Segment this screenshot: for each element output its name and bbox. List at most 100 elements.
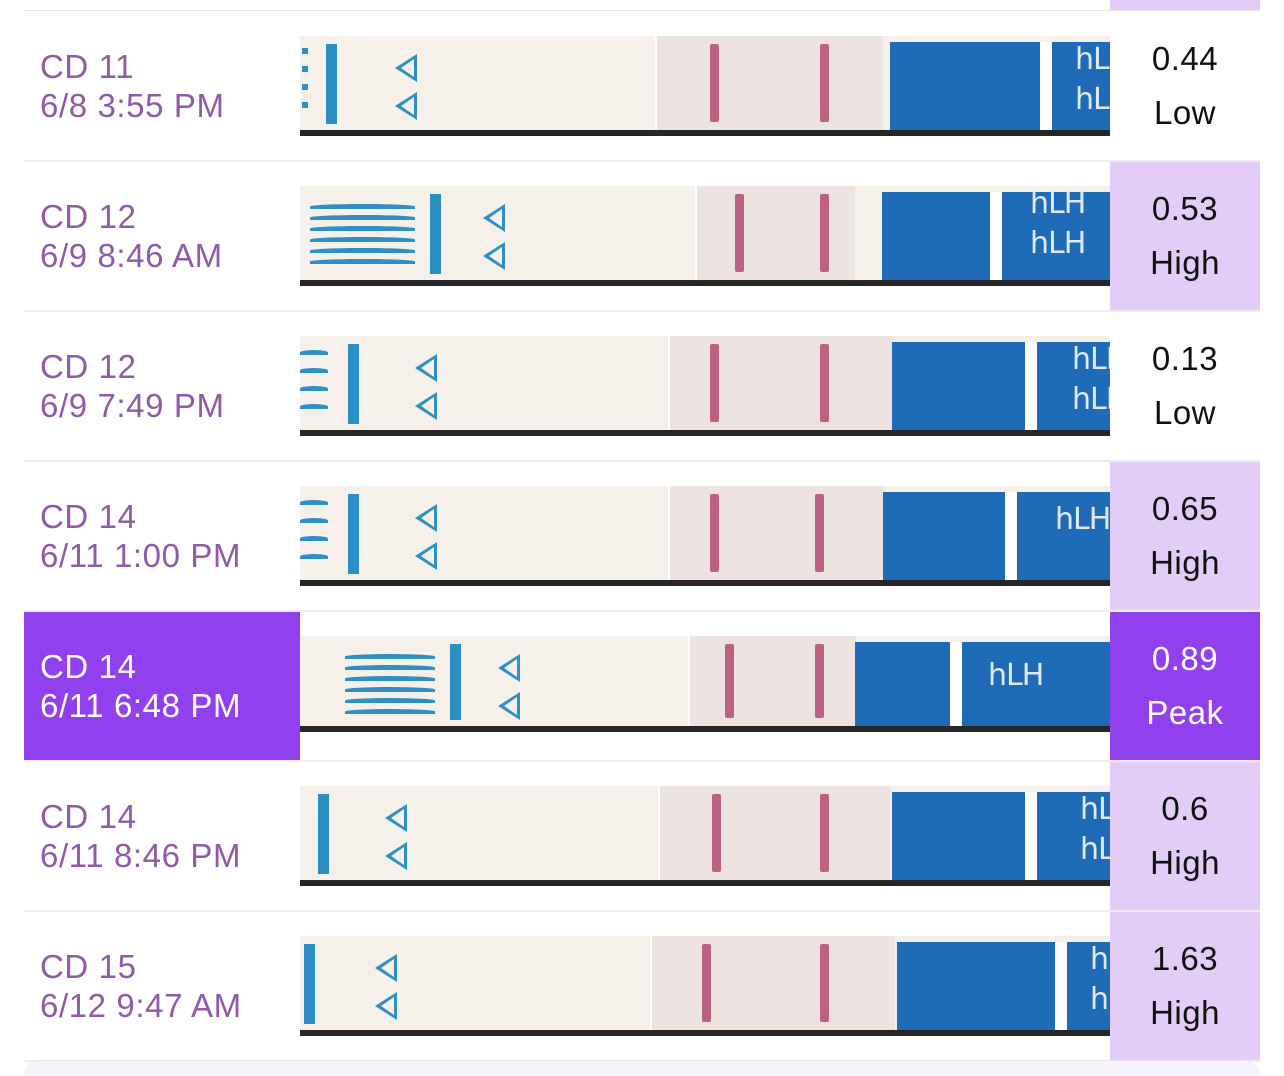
strip-shadow [300, 726, 1110, 732]
previous-row-result-cell [1110, 0, 1260, 10]
strip-blue-end [892, 792, 1110, 880]
test-strip-image[interactable]: hLH hLH [300, 186, 1110, 286]
strip-gap [1040, 42, 1052, 130]
strip-wave [300, 404, 328, 409]
row-label: CD 14 6/11 1:00 PM [24, 462, 300, 610]
test-row[interactable]: CD 14 6/11 6:48 PM hLH 0.89 Peak [0, 612, 1284, 762]
strip-gap [1025, 792, 1037, 880]
result-cell[interactable]: 0.6 High [1110, 762, 1260, 910]
strip-wave [300, 500, 328, 505]
strip-wave [300, 554, 328, 559]
strip-handle [300, 936, 650, 1030]
strip-mark [348, 344, 359, 424]
dip-arrow-icon [483, 204, 505, 232]
strip-wave [310, 237, 415, 242]
strip-shadow [300, 130, 1110, 136]
bottom-toolbar [24, 1060, 1260, 1076]
strip-handle [300, 786, 658, 880]
strip-dash [302, 102, 308, 108]
cycle-day: CD 14 [40, 648, 137, 685]
cycle-day: CD 12 [40, 198, 137, 235]
result-window [655, 36, 883, 130]
control-line [820, 44, 829, 122]
lh-level: Low [1153, 94, 1217, 131]
strip-brand-text: hLH [1090, 982, 1110, 1017]
result-cell[interactable]: 0.89 Peak [1110, 612, 1260, 760]
strip-dash [302, 84, 308, 90]
strip-brand-text: hLH [1075, 42, 1110, 77]
test-row[interactable]: CD 146/11 8:46 PM hLH hLH 0.6 High [0, 762, 1284, 912]
dip-arrow-icon [415, 354, 437, 382]
strip-mark [450, 644, 461, 720]
result-cell[interactable]: 0.13 Low [1110, 312, 1260, 460]
strip-wave [310, 259, 415, 264]
test-strip-image[interactable]: hLH [300, 636, 1110, 732]
control-line [820, 794, 829, 872]
strip-brand-text: hLH [1080, 832, 1110, 867]
strip-brand-text: hLH [1055, 502, 1110, 537]
result-window [668, 486, 883, 580]
dip-arrow-icon [385, 804, 407, 832]
dip-arrow-icon [498, 654, 520, 682]
control-line [815, 644, 824, 718]
dip-arrow-icon [375, 992, 397, 1020]
test-strip-image[interactable]: hLH hLH [300, 336, 1110, 436]
row-label: CD 12 6/9 7:49 PM [24, 312, 300, 460]
strip-brand-text: hLH [1075, 82, 1110, 117]
strip-mark [318, 794, 329, 874]
test-row[interactable]: CD 156/12 9:47 AM hLH hLH 1.63 High [0, 912, 1284, 1062]
test-line [710, 494, 719, 572]
control-line [820, 944, 829, 1022]
test-strip-image[interactable]: hLH hLH [300, 36, 1110, 136]
strip-wave [345, 665, 435, 670]
test-datetime: 6/9 8:46 AM [40, 237, 223, 274]
test-row[interactable]: CD 116/8 3:55 PM hLH hLH 0.44 Low [0, 12, 1284, 162]
result-window [695, 186, 855, 280]
dip-arrow-icon [385, 842, 407, 870]
row-label: CD 14 6/11 8:46 PM [24, 762, 300, 910]
test-datetime: 6/11 8:46 PM [40, 837, 242, 874]
strip-dash [302, 48, 308, 54]
strip-brand-text: hLH [1072, 342, 1110, 377]
strip-mark [430, 194, 441, 274]
dip-arrow-icon [395, 54, 417, 82]
strip-wave [345, 698, 435, 703]
test-line [710, 344, 719, 422]
lh-ratio: 1.63 [1151, 940, 1219, 977]
strip-wave [300, 518, 328, 523]
strip-wave [345, 709, 435, 714]
cycle-day: CD 14 [40, 498, 137, 535]
test-strip-image[interactable]: hLH hLH [300, 786, 1110, 886]
cycle-day: CD 11 [40, 48, 135, 85]
test-line [735, 194, 744, 272]
lh-ratio: 0.89 [1151, 640, 1219, 677]
dip-arrow-icon [498, 692, 520, 720]
cycle-day: CD 12 [40, 348, 137, 385]
test-row[interactable]: CD 12 6/9 8:46 AM hLH hLH 0.53 High [0, 162, 1284, 312]
strip-brand-text: hLH [988, 658, 1044, 693]
test-line [725, 644, 734, 718]
result-window [650, 936, 895, 1030]
test-row[interactable]: CD 14 6/11 1:00 PM hLH 0.65 High [0, 462, 1284, 612]
dip-arrow-icon [415, 392, 437, 420]
result-cell[interactable]: 0.65 High [1110, 462, 1260, 610]
lh-ratio: 0.65 [1151, 490, 1219, 527]
dip-arrow-icon [375, 954, 397, 982]
lh-level: Peak [1146, 694, 1224, 731]
top-divider [24, 10, 1260, 11]
test-row[interactable]: CD 126/9 7:49 PM hLH hLH 0.13 Low [0, 312, 1284, 462]
test-strip-image[interactable]: hLH hLH [300, 936, 1110, 1036]
strip-brand-text: hLH [1030, 186, 1086, 221]
strip-shadow [300, 1030, 1110, 1036]
strip-dash [302, 66, 308, 72]
cycle-day: CD 14 [40, 798, 137, 835]
strip-wave [300, 350, 328, 355]
result-cell[interactable]: 0.44 Low [1110, 12, 1260, 160]
cycle-day: CD 15 [40, 948, 137, 985]
test-strip-image[interactable]: hLH [300, 486, 1110, 586]
strip-blue-end [855, 642, 1110, 726]
strip-shadow [300, 580, 1110, 586]
control-line [820, 344, 829, 422]
result-cell[interactable]: 1.63 High [1110, 912, 1260, 1060]
result-cell[interactable]: 0.53 High [1110, 162, 1260, 310]
